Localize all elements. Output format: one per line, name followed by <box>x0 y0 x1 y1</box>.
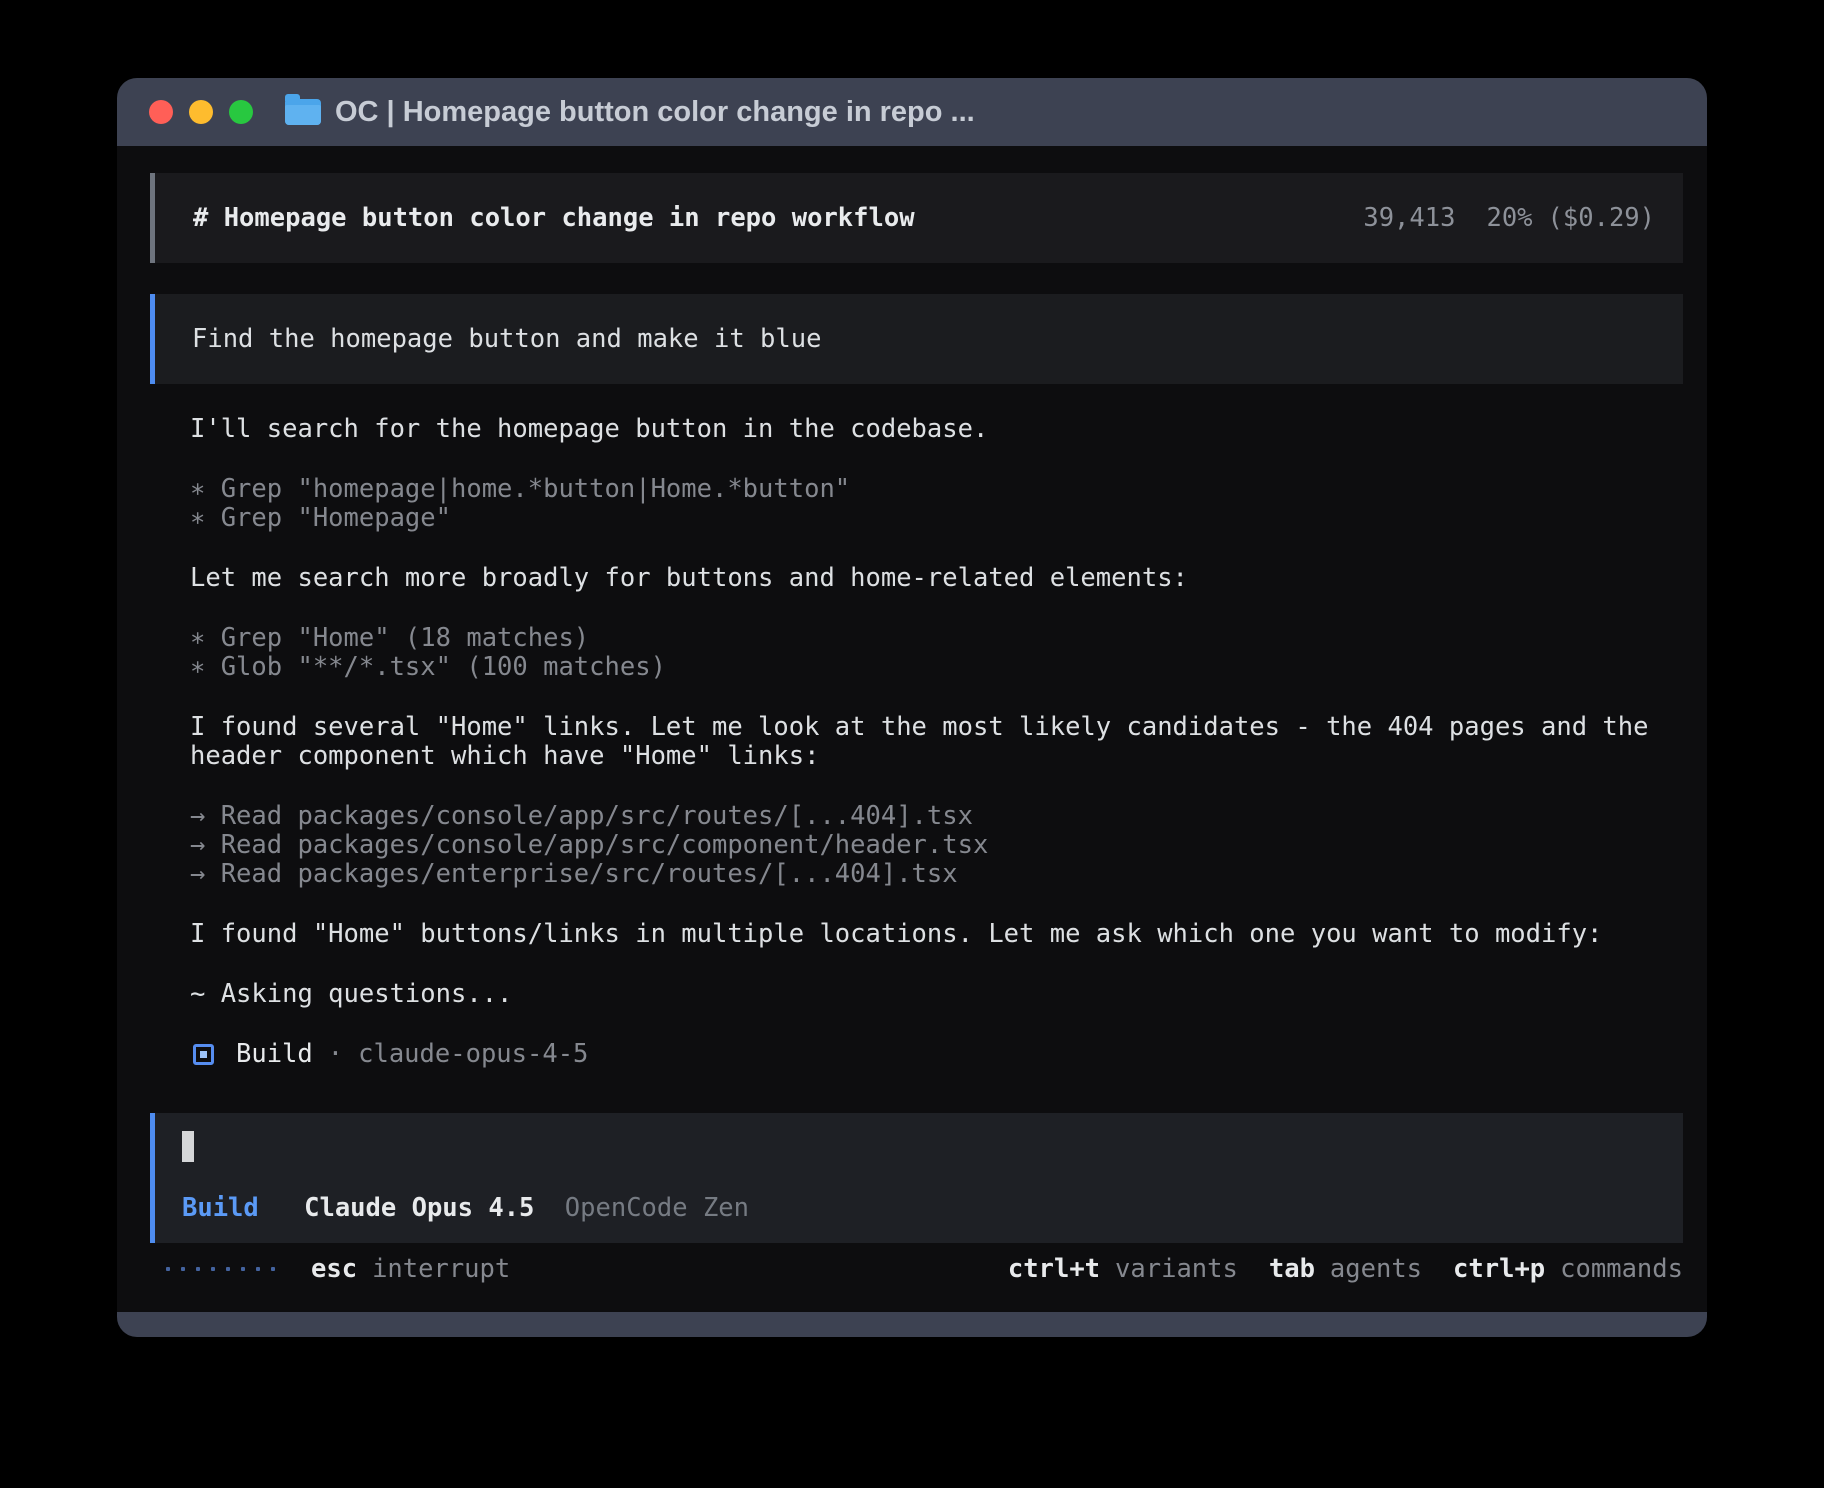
context-percentage: 20% <box>1486 203 1532 233</box>
agent-mode-label: Build <box>236 1040 313 1069</box>
tool-call-line: ∗ Grep "Homepage" <box>190 504 1683 533</box>
titlebar[interactable]: OC | Homepage button color change in rep… <box>117 78 1707 146</box>
spinner-dots <box>166 1267 275 1271</box>
status-bar: esc interrupt ctrl+t variants tab agents… <box>166 1256 1683 1282</box>
shortcut-label: commands <box>1560 1256 1683 1282</box>
assistant-line: I found several "Home" links. Let me loo… <box>190 713 1683 742</box>
assistant-paragraph: I'll search for the homepage button in t… <box>190 415 1683 444</box>
assistant-paragraph: Let me search more broadly for buttons a… <box>190 564 1683 593</box>
session-header: # Homepage button color change in repo w… <box>150 173 1683 263</box>
minimize-button[interactable] <box>189 100 213 124</box>
tool-call-line: → Read packages/console/app/src/routes/[… <box>190 802 1683 831</box>
spinner-dot <box>211 1267 215 1271</box>
mode-badge: Build <box>182 1193 259 1223</box>
tool-call-group: ∗ Grep "homepage|home.*button|Home.*butt… <box>190 475 1683 533</box>
agent-separator: · <box>328 1040 343 1069</box>
agent-mode-icon-inner <box>200 1051 207 1058</box>
tool-call-line: → Read packages/console/app/src/componen… <box>190 831 1683 860</box>
provider-name: OpenCode Zen <box>565 1193 749 1223</box>
tool-call-line: ∗ Grep "Home" (18 matches) <box>190 624 1683 653</box>
token-count: 39,413 <box>1363 203 1455 233</box>
assistant-paragraph: ~ Asking questions... <box>190 980 1683 1009</box>
assistant-line: Let me search more broadly for buttons a… <box>190 564 1683 593</box>
shortcut-label: variants <box>1115 1256 1238 1282</box>
shortcut-key: tab <box>1269 1256 1315 1282</box>
tool-call-line: → Read packages/enterprise/src/routes/[.… <box>190 860 1683 889</box>
terminal-window: OC | Homepage button color change in rep… <box>117 78 1707 1337</box>
status-bar-right: ctrl+t variants tab agents ctrl+p comman… <box>1008 1256 1683 1282</box>
fullscreen-button[interactable] <box>229 100 253 124</box>
session-title: # Homepage button color change in repo w… <box>193 204 915 233</box>
spinner-dot <box>271 1267 275 1271</box>
user-message-text: Find the homepage button and make it blu… <box>192 325 821 354</box>
assistant-line: I found "Home" buttons/links in multiple… <box>190 920 1683 949</box>
status-bar-left: esc interrupt <box>166 1256 510 1282</box>
assistant-line: I'll search for the homepage button in t… <box>190 415 1683 444</box>
text-cursor <box>182 1131 194 1162</box>
conversation: I'll search for the homepage button in t… <box>190 415 1683 1009</box>
agent-mode-icon <box>193 1044 214 1065</box>
tool-call-group: → Read packages/console/app/src/routes/[… <box>190 802 1683 889</box>
shortcut-variants: ctrl+t variants <box>1008 1256 1238 1282</box>
spinner-dot <box>256 1267 260 1271</box>
spinner-dot <box>226 1267 230 1271</box>
model-name: Claude Opus 4.5 <box>304 1193 534 1223</box>
folder-icon <box>285 99 321 125</box>
shortcut-label: agents <box>1330 1256 1422 1282</box>
esc-key-hint: esc <box>311 1256 357 1282</box>
spinner-dot <box>241 1267 245 1271</box>
shortcut-commands: ctrl+p commands <box>1453 1256 1683 1282</box>
tool-call-line: ∗ Grep "homepage|home.*button|Home.*butt… <box>190 475 1683 504</box>
user-message: Find the homepage button and make it blu… <box>150 294 1683 384</box>
shortcut-agents: tab agents <box>1269 1256 1422 1282</box>
assistant-line: ~ Asking questions... <box>190 980 1683 1009</box>
close-button[interactable] <box>149 100 173 124</box>
spinner-dot <box>166 1267 170 1271</box>
prompt-status-row: Build Claude Opus 4.5 OpenCode Zen <box>182 1195 1683 1221</box>
assistant-line: header component which have "Home" links… <box>190 742 1683 771</box>
terminal-content: # Homepage button color change in repo w… <box>117 146 1707 1312</box>
traffic-lights <box>149 100 253 124</box>
agent-model-name: claude-opus-4-5 <box>358 1040 588 1069</box>
agent-status: Build · claude-opus-4-5 <box>193 1040 1683 1069</box>
shortcut-key: ctrl+t <box>1008 1256 1100 1282</box>
tool-call-line: ∗ Glob "**/*.tsx" (100 matches) <box>190 653 1683 682</box>
tool-call-group: ∗ Grep "Home" (18 matches) ∗ Glob "**/*.… <box>190 624 1683 682</box>
shortcut-key: ctrl+p <box>1453 1256 1545 1282</box>
window-footer <box>117 1312 1707 1337</box>
assistant-paragraph: I found several "Home" links. Let me loo… <box>190 713 1683 771</box>
assistant-paragraph: I found "Home" buttons/links in multiple… <box>190 920 1683 949</box>
window-title: OC | Homepage button color change in rep… <box>335 96 975 129</box>
spinner-dot <box>181 1267 185 1271</box>
session-cost: ($0.29) <box>1548 203 1655 233</box>
interrupt-label: interrupt <box>372 1256 510 1282</box>
spinner-dot <box>196 1267 200 1271</box>
session-stats: 39,413 20% ($0.29) <box>1363 204 1655 233</box>
prompt-input[interactable]: Build Claude Opus 4.5 OpenCode Zen <box>150 1113 1683 1243</box>
